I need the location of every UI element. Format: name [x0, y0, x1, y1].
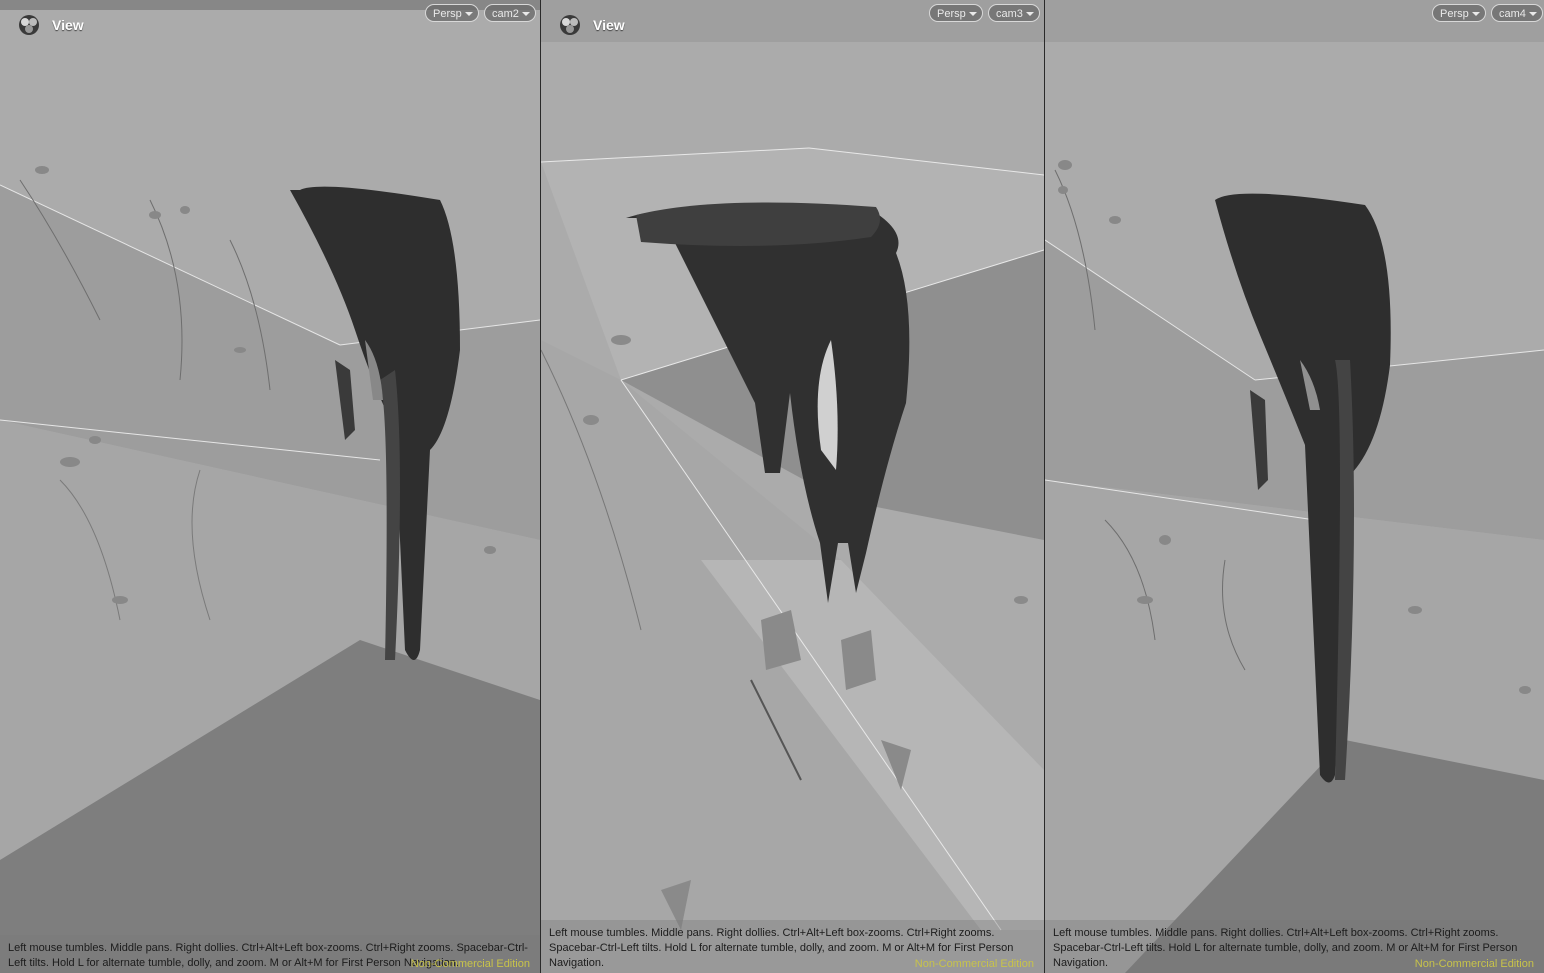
chevron-down-icon — [1528, 12, 1537, 16]
view-menu[interactable]: View — [16, 14, 84, 36]
camera-dropdown[interactable]: cam3 — [988, 4, 1040, 22]
projection-label: Persp — [937, 8, 966, 20]
viewport-cam3[interactable]: View Persp cam3 Left mouse tumbles. Midd… — [541, 0, 1044, 973]
edition-label: Non-Commercial Edition — [914, 958, 1034, 970]
view-menu[interactable]: View — [557, 14, 625, 36]
viewport-grid: View Persp cam2 Left mouse tumbles. Midd… — [0, 0, 1544, 973]
houdini-logo-icon — [16, 14, 42, 36]
projection-dropdown[interactable]: Persp — [1432, 4, 1486, 22]
edition-label: Non-Commercial Edition — [1414, 958, 1534, 970]
projection-dropdown[interactable]: Persp — [929, 4, 983, 22]
scene-render-cam3[interactable] — [541, 0, 1044, 973]
edition-label: Non-Commercial Edition — [410, 958, 530, 970]
view-label: View — [593, 17, 625, 33]
camera-dropdown[interactable]: cam2 — [484, 4, 536, 22]
viewport-cam2[interactable]: View Persp cam2 Left mouse tumbles. Midd… — [0, 0, 540, 973]
scene-render-cam2[interactable] — [0, 0, 540, 973]
chevron-down-icon — [521, 12, 530, 16]
projection-dropdown[interactable]: Persp — [425, 4, 479, 22]
projection-label: Persp — [1440, 8, 1469, 20]
chevron-down-icon — [1025, 12, 1034, 16]
chevron-down-icon — [1471, 12, 1480, 16]
projection-label: Persp — [433, 8, 462, 20]
camera-label: cam3 — [996, 8, 1023, 20]
camera-dropdown[interactable]: cam4 — [1491, 4, 1543, 22]
view-label: View — [52, 17, 84, 33]
chevron-down-icon — [464, 12, 473, 16]
scene-render-cam4[interactable] — [1045, 0, 1544, 973]
viewport-cam4[interactable]: Persp cam4 Left mouse tumbles. Middle pa… — [1045, 0, 1544, 973]
chevron-down-icon — [968, 12, 977, 16]
houdini-logo-icon — [557, 14, 583, 36]
camera-label: cam2 — [492, 8, 519, 20]
camera-label: cam4 — [1499, 8, 1526, 20]
